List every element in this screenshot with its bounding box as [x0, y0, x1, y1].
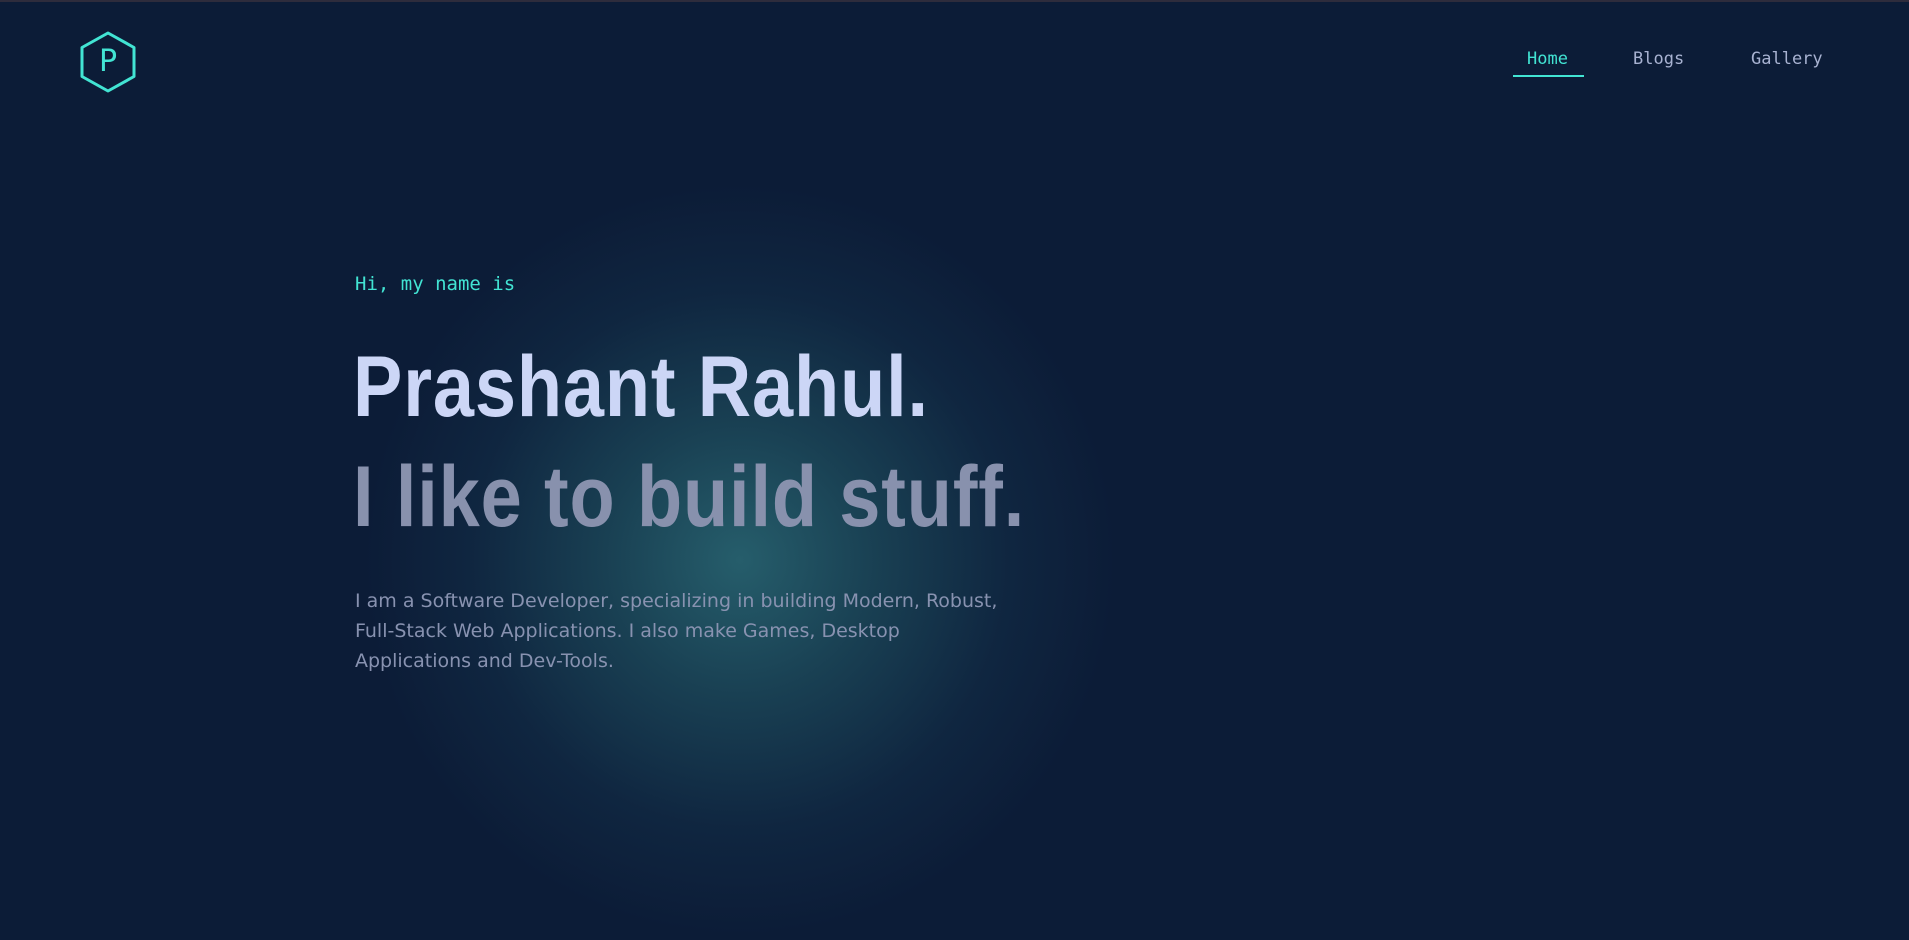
logo-letter: P [98, 44, 118, 79]
hero-bio: I am a Software Developer, specializing … [355, 590, 998, 672]
hero-intro: Hi, my name is [355, 273, 516, 295]
hexagon-logo-icon[interactable]: P [79, 30, 137, 94]
nav-link-blogs[interactable]: Blogs [1633, 45, 1684, 73]
active-nav-indicator [1513, 75, 1584, 77]
top-border [0, 0, 1909, 2]
nav-link-home[interactable]: Home [1527, 45, 1568, 73]
hero-tagline: I like to build stuff. [353, 449, 1026, 545]
nav-link-gallery[interactable]: Gallery [1751, 45, 1823, 73]
hero-name: Prashant Rahul. [353, 339, 929, 435]
